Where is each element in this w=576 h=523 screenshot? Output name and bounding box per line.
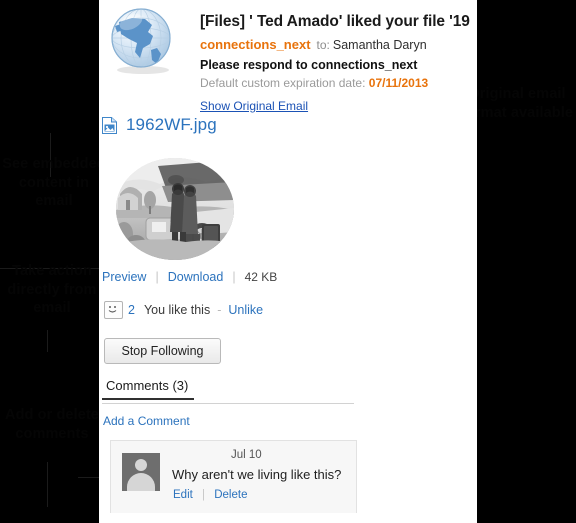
like-row: 2 You like this - Unlike xyxy=(104,301,263,319)
sender-row: connections_next to: Samantha Daryn xyxy=(200,35,477,54)
attachment-row: 1962WF.jpg xyxy=(102,115,217,135)
delete-link[interactable]: Delete xyxy=(214,489,247,501)
annotation-take-action-line1: Take action xyxy=(12,263,92,279)
notification-header: [Files] ' Ted Amado' liked your file '19… xyxy=(99,0,477,116)
download-link[interactable]: Download xyxy=(168,270,224,284)
attachment-thumbnail-wrapper[interactable] xyxy=(116,158,236,261)
globe-icon xyxy=(107,6,179,78)
annotation-take-action-line2: directly from xyxy=(7,281,97,298)
avatar-body xyxy=(127,473,155,491)
edit-link[interactable]: Edit xyxy=(173,489,193,501)
comment-date: Jul 10 xyxy=(231,449,262,461)
annotation-add-delete-line1: Add or delete xyxy=(5,407,99,423)
unlike-link[interactable]: Unlike xyxy=(228,303,263,317)
add-comment-link[interactable]: Add a Comment xyxy=(103,414,190,428)
tab-comments[interactable]: Comments (3) xyxy=(102,378,195,400)
leader-line-add-delete xyxy=(47,462,48,507)
sender-name: connections_next xyxy=(200,36,311,52)
annotation-embedded-content: See embedded content in email xyxy=(2,155,106,211)
attachment-actions: Preview | Download | 42 KB xyxy=(102,270,277,284)
annotation-add-delete-comments: Add or delete comments xyxy=(2,406,102,443)
comment-item: Jul 10 Why aren't we living like this? E… xyxy=(110,440,357,513)
leader-line-take-action xyxy=(47,330,48,352)
recipient-name: Samantha Daryn xyxy=(332,37,427,52)
expiration-date: 07/11/2013 xyxy=(368,75,429,90)
to-label: to: xyxy=(316,37,330,52)
annotation-embedded-line1: See embedded xyxy=(2,156,106,172)
expiration-row: Default custom expiration date: 07/11/20… xyxy=(200,76,477,90)
smiley-icon xyxy=(104,301,123,319)
notification-title: [Files] ' Ted Amado' liked your file '19 xyxy=(200,13,470,30)
user-avatar-icon xyxy=(122,453,160,491)
email-notification-panel: [Files] ' Ted Amado' liked your file '19… xyxy=(99,0,477,523)
preview-link[interactable]: Preview xyxy=(102,270,146,284)
like-status-text: You like this xyxy=(143,303,211,317)
comment-actions: Edit | Delete xyxy=(173,489,247,501)
like-count[interactable]: 2 xyxy=(128,303,135,317)
respond-prompt: Please respond to connections_next xyxy=(200,57,418,72)
annotation-add-delete-line2: comments xyxy=(15,425,89,442)
annotation-take-action: Take action directly from email xyxy=(2,262,102,318)
annotation-take-action-line3: email xyxy=(33,300,71,317)
avatar-head xyxy=(135,459,147,471)
annotation-embedded-line2: content in email xyxy=(18,174,90,210)
action-separator-1: | xyxy=(155,270,159,284)
header-text-block: [Files] ' Ted Amado' liked your file '19… xyxy=(200,13,477,115)
action-separator-2: | xyxy=(232,270,236,284)
stop-following-button[interactable]: Stop Following xyxy=(104,338,221,364)
show-original-email-link[interactable]: Show Original Email xyxy=(200,99,308,113)
like-separator: - xyxy=(217,303,222,317)
comment-action-separator: | xyxy=(202,489,206,501)
comments-tabstrip: Comments (3) xyxy=(102,378,354,404)
attachment-size: 42 KB xyxy=(244,270,278,284)
comment-text: Why aren't we living like this? xyxy=(172,467,342,482)
attachment-filename[interactable]: 1962WF.jpg xyxy=(126,115,217,135)
image-file-icon xyxy=(102,116,117,134)
attachment-thumbnail[interactable] xyxy=(116,158,234,260)
expiration-label: Default custom expiration date: xyxy=(200,75,366,90)
